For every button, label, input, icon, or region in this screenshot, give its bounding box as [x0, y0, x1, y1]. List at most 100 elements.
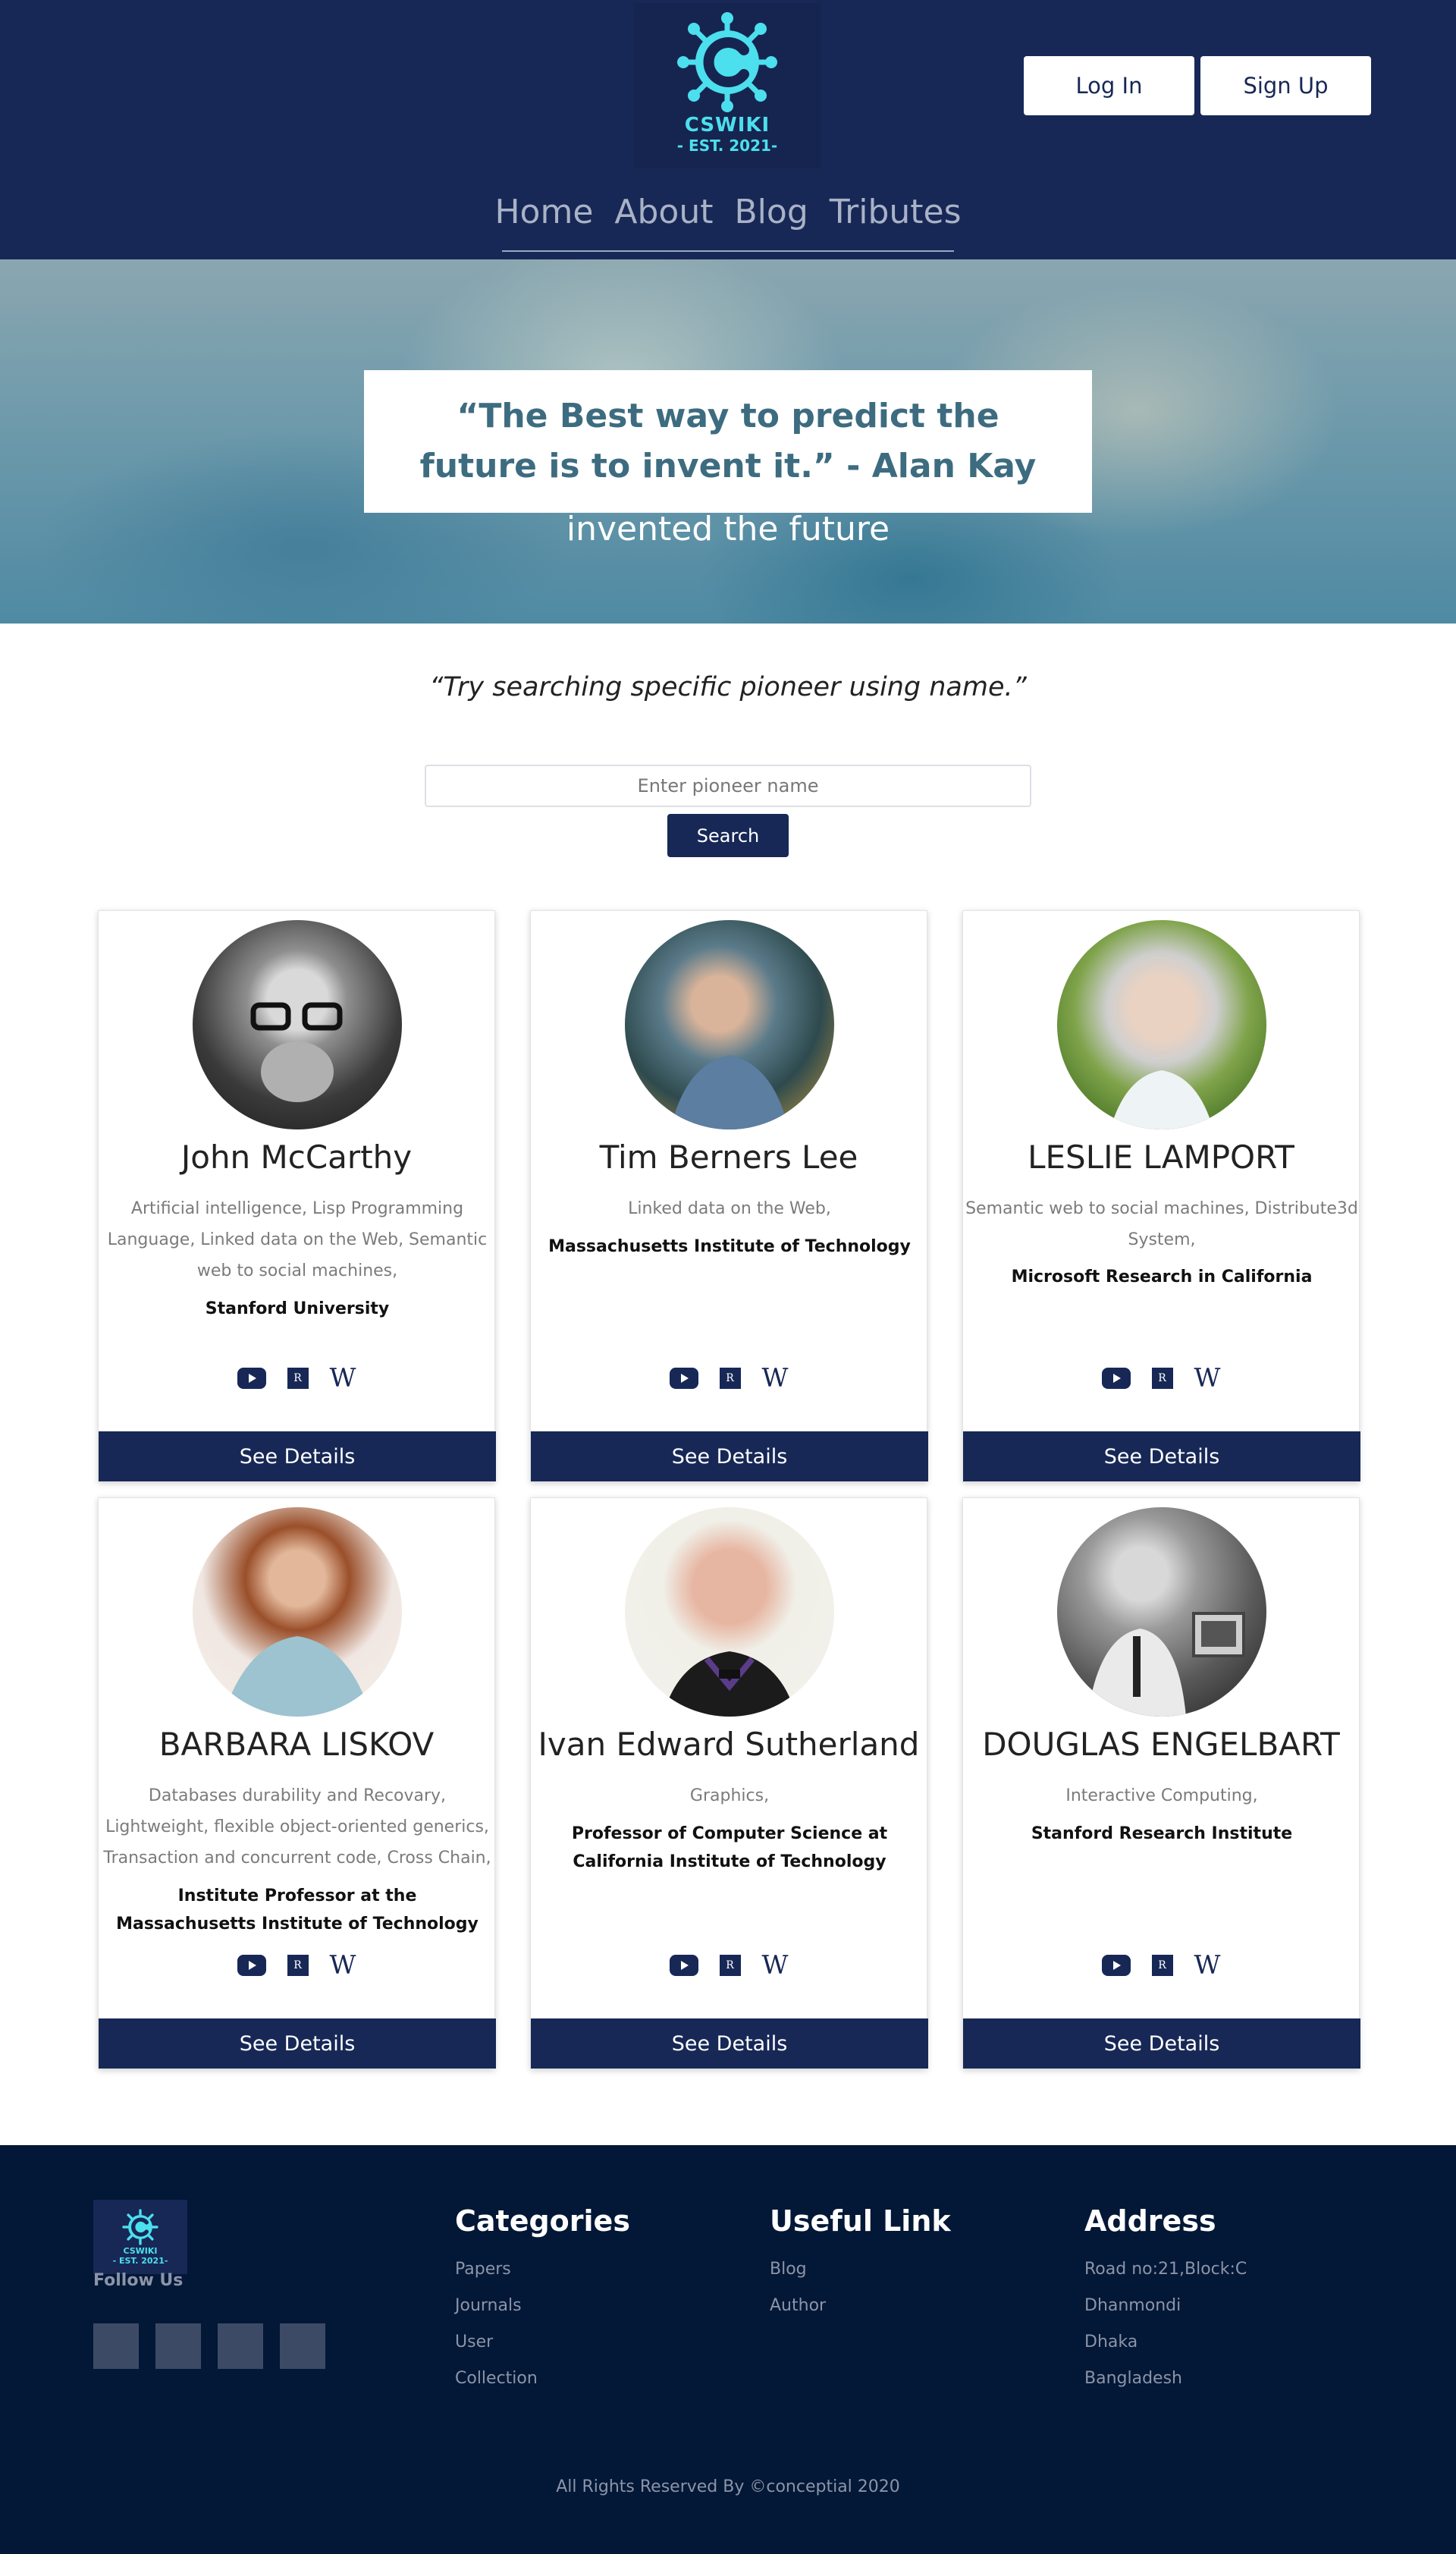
pioneer-cards: John McCarthy Artificial intelligence, L… — [0, 910, 1456, 2145]
pioneer-photo — [1057, 920, 1266, 1129]
site-header: CSWIKI - EST. 2021- Log In Sign Up Home … — [0, 0, 1456, 259]
pioneer-search-input[interactable] — [425, 765, 1031, 807]
pioneer-photo — [625, 920, 834, 1129]
see-details-button[interactable]: See Details — [963, 1431, 1360, 1481]
pioneer-photo — [1057, 1507, 1266, 1717]
pioneer-photo — [625, 1507, 834, 1717]
researchgate-icon[interactable]: R — [719, 1368, 741, 1389]
wikipedia-icon[interactable]: W — [1194, 1950, 1221, 1981]
social-link[interactable] — [93, 2323, 139, 2369]
footer-link-blog[interactable]: Blog — [770, 2251, 951, 2288]
footer-logo[interactable]: CSWIKI - EST. 2021- — [93, 2200, 187, 2274]
footer-link-user[interactable]: User — [455, 2324, 630, 2361]
researchgate-icon[interactable]: R — [1151, 1955, 1173, 1976]
site-logo[interactable]: CSWIKI - EST. 2021- — [634, 3, 821, 168]
footer-logo-est: - EST. 2021- — [112, 2256, 168, 2266]
wikipedia-icon[interactable]: W — [330, 1950, 356, 1981]
virus-logo-icon — [122, 2209, 158, 2245]
footer-link-author[interactable]: Author — [770, 2288, 951, 2324]
hero-subtitle: invented the future — [566, 510, 890, 548]
search-hint: “Try searching specific pioneer using na… — [429, 672, 1027, 702]
address-line: Bangladesh — [1084, 2369, 1182, 2388]
pioneer-institution: Professor of Computer Science at Califor… — [571, 1824, 888, 1871]
scene-shape — [1087, 1612, 1245, 1717]
blouse-shape — [223, 1636, 372, 1717]
footer-categories: Categories Papers Journals User Collecti… — [455, 2204, 630, 2397]
logo-text: CSWIKI — [684, 114, 770, 137]
logo-est: - EST. 2021- — [676, 137, 778, 155]
youtube-icon[interactable] — [1101, 1955, 1131, 1976]
see-details-button[interactable]: See Details — [531, 2018, 928, 2069]
pioneer-fields: Databases durability and Recovary, Light… — [103, 1786, 491, 1868]
pioneer-fields: Linked data on the Web, — [628, 1199, 831, 1218]
youtube-icon[interactable] — [669, 1955, 698, 1976]
pioneer-name: John McCarthy — [180, 1139, 413, 1176]
useful-link-title: Useful Link — [770, 2204, 951, 2238]
shirt-shape — [1110, 1070, 1213, 1129]
address-line: Dhaka — [1084, 2333, 1138, 2351]
search-button[interactable]: Search — [667, 814, 789, 857]
pioneer-institution: Microsoft Research in California — [1011, 1268, 1313, 1286]
pioneer-card: LESLIE LAMPORT Semantic web to social ma… — [962, 910, 1360, 1482]
hero-quote: “The Best way to predict the future is t… — [419, 397, 1037, 485]
login-button[interactable]: Log In — [1024, 56, 1194, 115]
address-line: Dhanmondi — [1084, 2296, 1181, 2315]
signup-button[interactable]: Sign Up — [1200, 56, 1371, 115]
pioneer-links: R W — [99, 1950, 494, 1981]
glasses-shape — [250, 1002, 343, 1102]
nav-tributes[interactable]: Tributes — [830, 193, 962, 231]
see-details-button[interactable]: See Details — [531, 1431, 928, 1481]
footer-logo-text: CSWIKI — [123, 2246, 158, 2256]
footer-link-collection[interactable]: Collection — [455, 2361, 630, 2397]
pioneer-links: R W — [963, 1363, 1359, 1393]
pioneer-name: Tim Berners Lee — [599, 1139, 858, 1176]
pioneer-name: LESLIE LAMPORT — [1028, 1139, 1294, 1176]
footer-useful-links: Useful Link Blog Author — [770, 2204, 951, 2324]
nav-blog[interactable]: Blog — [734, 193, 808, 231]
pioneer-fields: Interactive Computing, — [1065, 1786, 1258, 1805]
youtube-icon[interactable] — [237, 1955, 266, 1976]
nav-about[interactable]: About — [614, 193, 713, 231]
pioneer-name: DOUGLAS ENGELBART — [982, 1726, 1340, 1763]
address-title: Address — [1084, 2204, 1216, 2238]
pioneer-card: BARBARA LISKOV Databases durability and … — [98, 1497, 496, 2069]
wikipedia-icon[interactable]: W — [762, 1950, 789, 1981]
researchgate-icon[interactable]: R — [1151, 1368, 1173, 1389]
youtube-icon[interactable] — [237, 1368, 266, 1389]
pioneer-card: Tim Berners Lee Linked data on the Web, … — [530, 910, 928, 1482]
wikipedia-icon[interactable]: W — [1194, 1363, 1221, 1393]
pioneer-name: Ivan Edward Sutherland — [538, 1726, 920, 1763]
researchgate-icon[interactable]: R — [719, 1955, 741, 1976]
see-details-button[interactable]: See Details — [99, 1431, 496, 1481]
copyright-text: All Rights Reserved By ©conceptial 2020 — [556, 2477, 900, 2496]
pioneer-institution: Massachusetts Institute of Technology — [548, 1237, 911, 1256]
youtube-icon[interactable] — [669, 1368, 698, 1389]
social-link[interactable] — [155, 2323, 201, 2369]
hero-banner: “The Best way to predict the future is t… — [0, 259, 1456, 624]
pioneer-links: R W — [531, 1950, 927, 1981]
pioneer-name: BARBARA LISKOV — [158, 1726, 435, 1763]
researchgate-icon[interactable]: R — [287, 1955, 309, 1976]
site-footer: CSWIKI - EST. 2021- Follow Us Categories… — [0, 2145, 1456, 2554]
wikipedia-icon[interactable]: W — [762, 1363, 789, 1393]
social-link[interactable] — [280, 2323, 325, 2369]
social-link[interactable] — [218, 2323, 263, 2369]
see-details-button[interactable]: See Details — [99, 2018, 496, 2069]
hero-quote-box: “The Best way to predict the future is t… — [364, 370, 1092, 513]
pioneer-photo — [193, 1507, 402, 1717]
pioneer-institution: Institute Professor at the Massachusetts… — [116, 1886, 479, 1934]
main-nav: Home About Blog Tributes — [494, 193, 962, 252]
wikipedia-icon[interactable]: W — [330, 1363, 356, 1393]
address-line: Road no:21,Block:C — [1084, 2260, 1247, 2279]
auth-buttons: Log In Sign Up — [1024, 56, 1371, 115]
see-details-button[interactable]: See Details — [963, 2018, 1360, 2069]
follow-us-label: Follow Us — [93, 2271, 184, 2290]
pioneer-card: Ivan Edward Sutherland Graphics, Profess… — [530, 1497, 928, 2069]
footer-link-journals[interactable]: Journals — [455, 2288, 630, 2324]
youtube-icon[interactable] — [1101, 1368, 1131, 1389]
nav-home[interactable]: Home — [494, 193, 593, 231]
search-section: “Try searching specific pioneer using na… — [0, 624, 1456, 910]
researchgate-icon[interactable]: R — [287, 1368, 309, 1389]
pioneer-card: John McCarthy Artificial intelligence, L… — [98, 910, 496, 1482]
footer-link-papers[interactable]: Papers — [455, 2251, 630, 2288]
